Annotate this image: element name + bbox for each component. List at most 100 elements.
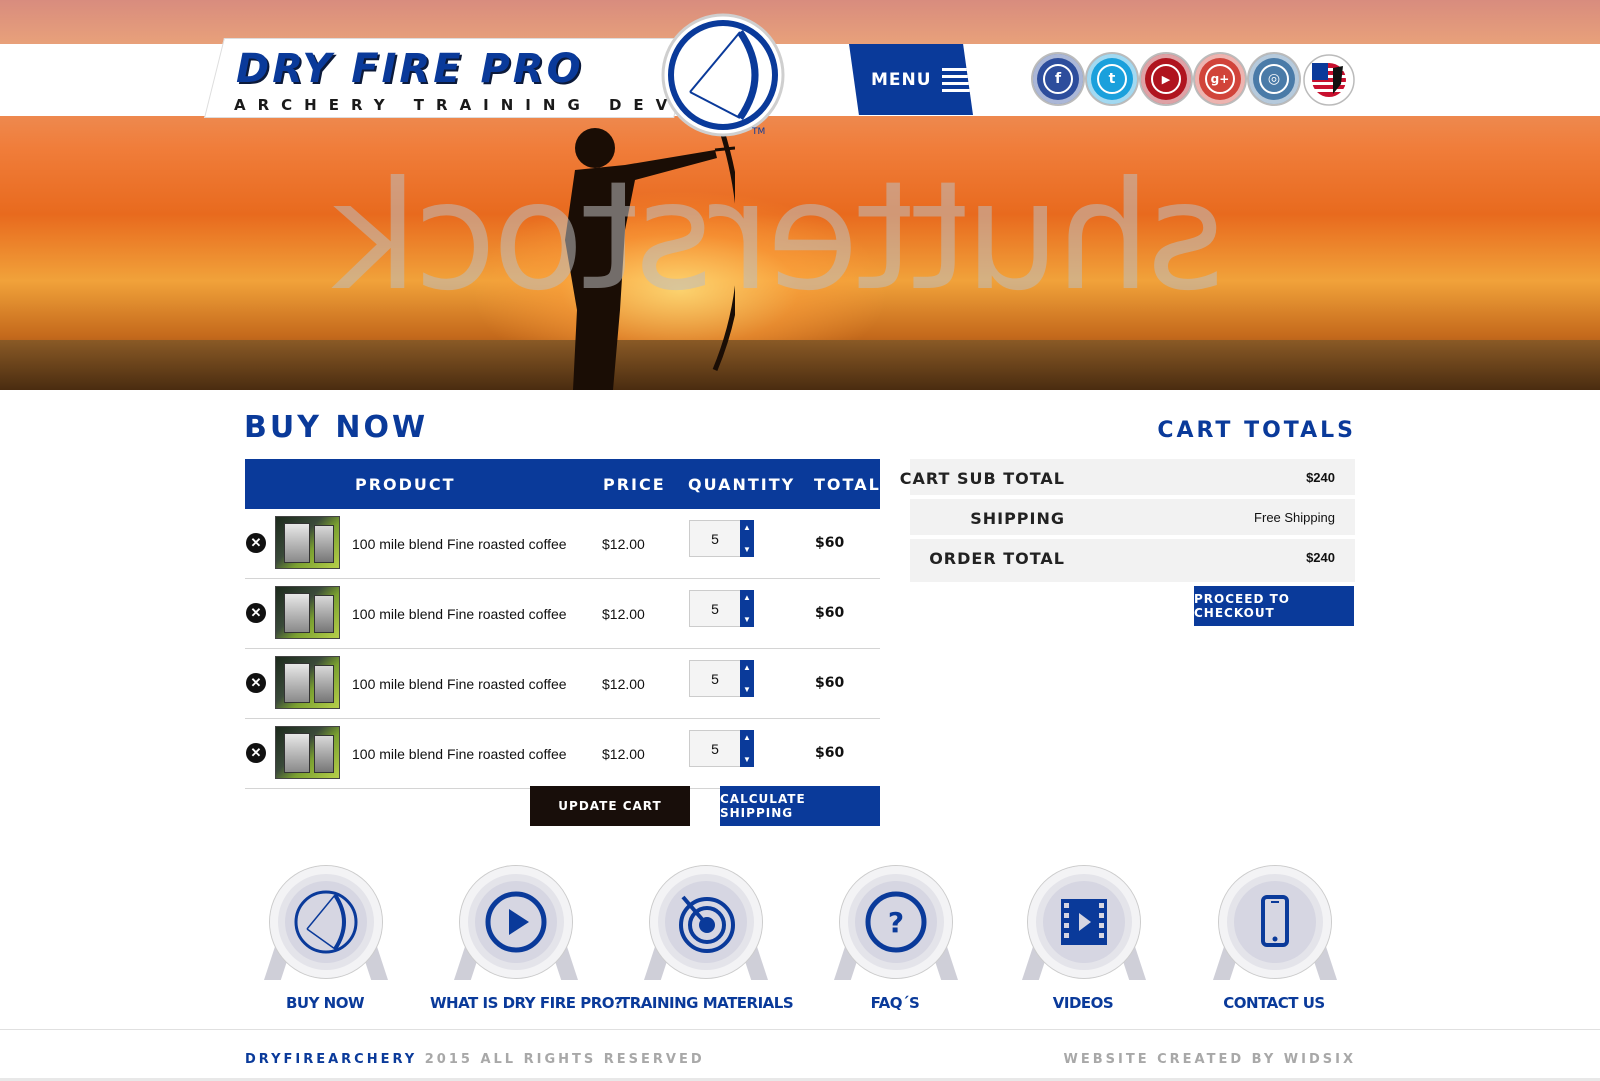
quantity-input[interactable]: 5 — [689, 590, 741, 627]
table-row: ✕ 100 mile blend Fine roasted coffee $12… — [245, 579, 880, 649]
order-total-value: $240 — [1306, 550, 1335, 565]
shipping-row: SHIPPING Free Shipping — [910, 499, 1355, 537]
google-plus-button[interactable]: g+ — [1195, 54, 1245, 104]
bow-icon — [294, 890, 358, 954]
product-price: $12.00 — [602, 676, 645, 692]
nav-label: TRAINING MATERIALS — [620, 994, 794, 1012]
site-logo[interactable]: DRY FIRE PRO ARCHERY TRAINING DEVICE TM — [204, 10, 786, 142]
cart-table-header: PRODUCT PRICE QUANTITY TOTAL — [245, 459, 880, 509]
cart-subtotal-value: $240 — [1306, 470, 1335, 485]
medal — [1219, 866, 1331, 978]
footer-credit[interactable]: WEBSITE CREATED BY WIDSIX — [1064, 1052, 1356, 1067]
column-product: PRODUCT — [355, 475, 456, 494]
nav-what-is-dry-fire-pro[interactable]: WHAT IS DRY FIRE PRO? — [430, 866, 623, 1026]
nav-contact-us[interactable]: CONTACT US — [1189, 866, 1359, 1026]
quantity-stepper[interactable]: ▲ ▼ — [740, 590, 754, 627]
table-row: ✕ 100 mile blend Fine roasted coffee $12… — [245, 509, 880, 579]
film-icon — [1061, 899, 1107, 945]
product-thumbnail — [275, 586, 340, 639]
target-icon — [679, 895, 735, 953]
column-price: PRICE — [603, 475, 666, 494]
footer-rights: 2015 ALL RIGHTS RESERVED — [424, 1052, 705, 1067]
quantity-stepper[interactable]: ▲ ▼ — [740, 660, 754, 697]
stepper-down-icon[interactable]: ▼ — [743, 685, 751, 694]
nav-label: CONTACT US — [1223, 994, 1325, 1012]
line-total: $60 — [815, 605, 845, 621]
nav-buy-now[interactable]: BUY NOW — [240, 866, 410, 1026]
nav-label: WHAT IS DRY FIRE PRO? — [430, 994, 623, 1012]
product-thumbnail — [275, 726, 340, 779]
phone-icon — [1261, 895, 1289, 947]
product-name[interactable]: 100 mile blend Fine roasted coffee — [352, 676, 567, 692]
nav-label: FAQ´S — [870, 994, 920, 1012]
youtube-icon: ▶ — [1151, 64, 1181, 94]
medal — [270, 866, 382, 978]
buy-now-title: BUY NOW — [244, 410, 429, 445]
stepper-up-icon[interactable]: ▲ — [743, 663, 751, 672]
stepper-down-icon[interactable]: ▼ — [743, 545, 751, 554]
table-row: ✕ 100 mile blend Fine roasted coffee $12… — [245, 719, 880, 789]
footer-brand[interactable]: DRYFIREARCHERY — [245, 1052, 417, 1067]
quantity-stepper[interactable]: ▲ ▼ — [740, 730, 754, 767]
question-icon: ? — [865, 891, 927, 953]
quantity-stepper[interactable]: ▲ ▼ — [740, 520, 754, 557]
usa-flag-badge-icon — [1303, 54, 1355, 106]
nav-videos[interactable]: VIDEOS — [998, 866, 1168, 1026]
remove-item-icon[interactable]: ✕ — [246, 603, 266, 623]
svg-text:?: ? — [888, 906, 904, 939]
remove-item-icon[interactable]: ✕ — [246, 673, 266, 693]
nav-label: BUY NOW — [285, 994, 365, 1012]
product-thumbnail — [275, 516, 340, 569]
trademark-mark: TM — [751, 127, 765, 137]
twitter-button[interactable]: t — [1087, 54, 1137, 104]
calculate-shipping-button[interactable]: CALCULATE SHIPPING — [720, 786, 880, 826]
update-cart-button[interactable]: UPDATE CART — [530, 786, 690, 826]
medal: ? — [840, 866, 952, 978]
table-row: ✕ 100 mile blend Fine roasted coffee $12… — [245, 649, 880, 719]
footer: DRYFIREARCHERY 2015 ALL RIGHTS RESERVED … — [0, 1029, 1600, 1081]
quantity-input[interactable]: 5 — [689, 660, 741, 697]
product-price: $12.00 — [602, 536, 645, 552]
shipping-label: SHIPPING — [970, 509, 1065, 528]
remove-item-icon[interactable]: ✕ — [246, 743, 266, 763]
remove-item-icon[interactable]: ✕ — [246, 533, 266, 553]
medal — [460, 866, 572, 978]
menu-label: MENU — [871, 69, 932, 90]
nav-faqs[interactable]: ? FAQ´S — [810, 866, 980, 1026]
youtube-button[interactable]: ▶ — [1141, 54, 1191, 104]
bow-emblem-icon: TM — [661, 13, 785, 137]
footer-copyright: DRYFIREARCHERY 2015 ALL RIGHTS RESERVED — [245, 1052, 705, 1067]
quantity-input[interactable]: 5 — [689, 520, 741, 557]
stepper-up-icon[interactable]: ▲ — [743, 593, 751, 602]
line-total: $60 — [815, 745, 845, 761]
stepper-up-icon[interactable]: ▲ — [743, 733, 751, 742]
cart-totals-title: CART TOTALS — [1157, 418, 1356, 443]
product-name[interactable]: 100 mile blend Fine roasted coffee — [352, 746, 567, 762]
column-total: TOTAL — [814, 475, 881, 494]
stepper-down-icon[interactable]: ▼ — [743, 755, 751, 764]
nav-training-materials[interactable]: TRAINING MATERIALS — [620, 866, 794, 1026]
cart-subtotal-label: CART SUB TOTAL — [899, 469, 1065, 488]
stepper-up-icon[interactable]: ▲ — [743, 523, 751, 532]
product-thumbnail — [275, 656, 340, 709]
line-total: $60 — [815, 675, 845, 691]
facebook-button[interactable]: f — [1033, 54, 1083, 104]
play-icon — [485, 891, 547, 953]
stepper-down-icon[interactable]: ▼ — [743, 615, 751, 624]
order-total-label: ORDER TOTAL — [929, 549, 1065, 568]
watermark-text: shutterstock — [335, 150, 1225, 324]
field-horizon — [0, 340, 1600, 390]
cart-subtotal-row: CART SUB TOTAL $240 — [900, 459, 1355, 497]
instagram-button[interactable]: ◎ — [1249, 54, 1299, 104]
medal — [1028, 866, 1140, 978]
google-plus-icon: g+ — [1205, 64, 1235, 94]
product-name[interactable]: 100 mile blend Fine roasted coffee — [352, 606, 567, 622]
medal — [650, 866, 762, 978]
shipping-value: Free Shipping — [1254, 510, 1335, 525]
quantity-input[interactable]: 5 — [689, 730, 741, 767]
menu-button[interactable]: MENU — [849, 44, 973, 115]
column-quantity: QUANTITY — [688, 475, 796, 494]
proceed-to-checkout-button[interactable]: PROCEED TO CHECKOUT — [1194, 586, 1354, 626]
nav-label: VIDEOS — [1052, 994, 1114, 1012]
product-name[interactable]: 100 mile blend Fine roasted coffee — [352, 536, 567, 552]
